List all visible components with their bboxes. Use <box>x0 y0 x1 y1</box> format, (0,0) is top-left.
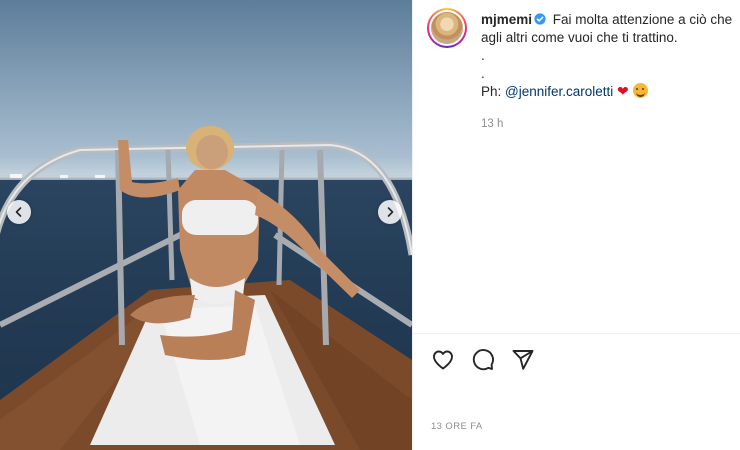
previous-photo-button[interactable] <box>7 200 31 224</box>
avatar-ring <box>429 10 465 46</box>
caption-dot: . <box>481 48 485 63</box>
post-side-panel: mjmemi Fai molta attenzione a ciò che ag… <box>412 0 740 450</box>
chevron-left-icon <box>15 207 22 217</box>
like-button[interactable] <box>431 348 455 372</box>
next-photo-button[interactable] <box>378 200 402 224</box>
avatar[interactable] <box>427 8 467 48</box>
photo-credit-prefix: Ph: <box>481 84 506 99</box>
comment-icon <box>472 349 494 371</box>
chevron-right-icon <box>387 207 394 217</box>
post-caption: mjmemi Fai molta attenzione a ciò che ag… <box>481 8 737 101</box>
post-photo <box>0 0 412 450</box>
caption-dot: . <box>481 66 485 81</box>
avatar-image <box>431 12 463 44</box>
action-bar <box>431 348 535 372</box>
caption-timestamp[interactable]: 13 h <box>481 118 503 130</box>
heart-icon <box>433 350 453 370</box>
photo-scene <box>0 126 412 450</box>
share-button[interactable] <box>511 348 535 372</box>
comment-button[interactable] <box>471 348 495 372</box>
paper-plane-icon <box>512 350 534 370</box>
divider <box>413 333 740 334</box>
smiling-hearts-emoji-icon <box>632 83 648 98</box>
red-heart-emoji-icon: ❤ <box>617 84 629 100</box>
username-link[interactable]: mjmemi <box>481 12 532 27</box>
caption-row: mjmemi Fai molta attenzione a ciò che ag… <box>427 8 737 101</box>
mention-link[interactable]: @jennifer.caroletti <box>505 84 613 99</box>
verified-badge-icon <box>534 13 546 25</box>
post-timestamp[interactable]: 13 ORE FA <box>431 421 483 432</box>
